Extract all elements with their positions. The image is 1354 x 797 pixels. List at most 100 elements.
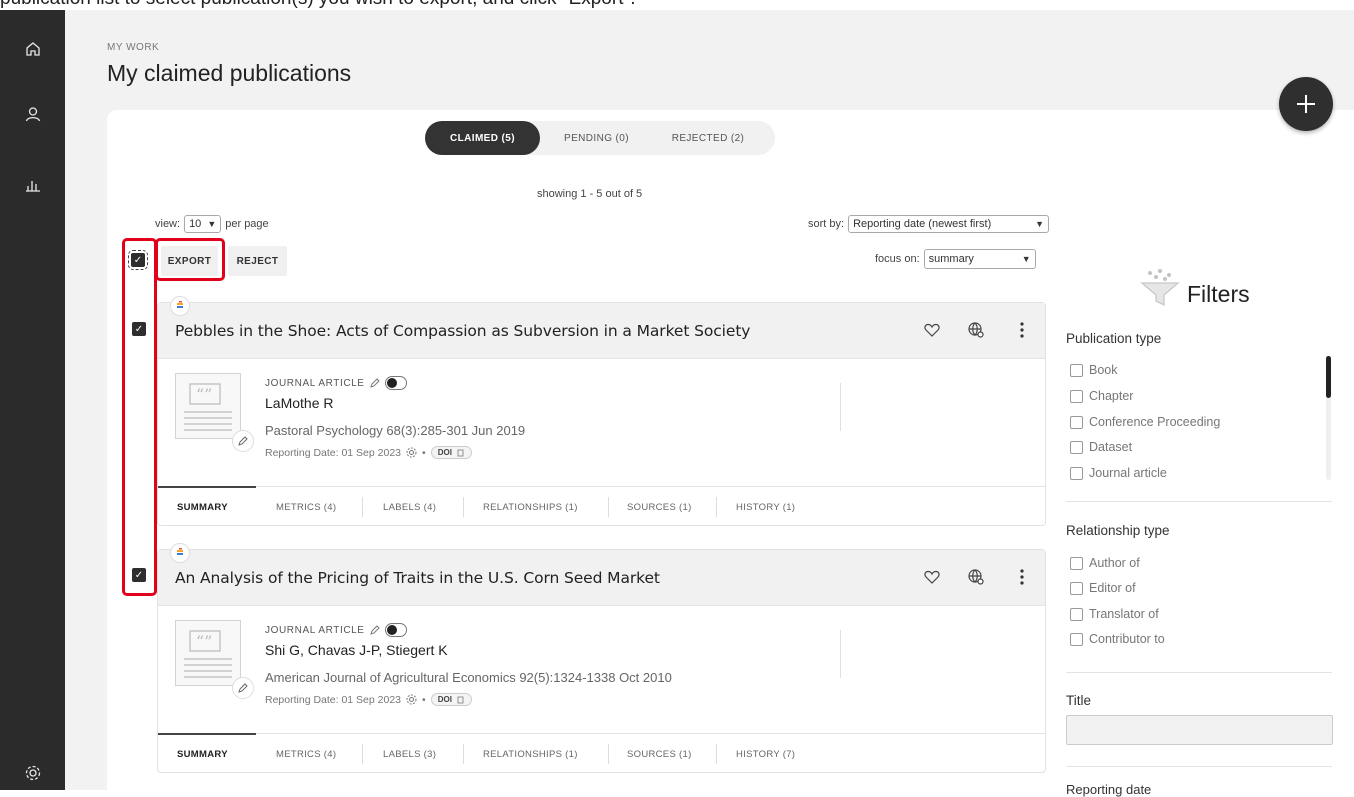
checkbox[interactable] (1070, 363, 1083, 377)
filter-option-translator-of[interactable]: Translator of (1070, 607, 1159, 621)
focus-select[interactable]: summary ▼ (923, 249, 1036, 269)
divider (1066, 501, 1332, 502)
filter-option-contributor-to[interactable]: Contributor to (1070, 632, 1165, 646)
reporting-date: Reporting Date: 01 Sep 2023 • DOI (265, 693, 472, 706)
tab-rejected[interactable]: REJECTED (2) (653, 121, 763, 155)
filter-option-book[interactable]: Book (1070, 363, 1118, 377)
checkbox[interactable] (1070, 389, 1083, 403)
filter-scrollbar[interactable] (1326, 356, 1331, 480)
sidebar (0, 10, 65, 790)
filter-option-dataset[interactable]: Dataset (1070, 440, 1132, 454)
svg-text:“”: “” (196, 385, 212, 404)
more-options-icon[interactable] (1012, 567, 1032, 587)
card-tabs: SUMMARY METRICS (4) LABELS (3) RELATIONS… (158, 733, 1045, 773)
export-button[interactable]: EXPORT (161, 246, 218, 276)
checkbox[interactable] (1070, 556, 1083, 570)
filter-option-author-of[interactable]: Author of (1070, 556, 1140, 570)
filter-option-chapter[interactable]: Chapter (1070, 389, 1133, 403)
tab-pending[interactable]: PENDING (0) (549, 121, 644, 155)
add-publication-button[interactable] (1279, 77, 1333, 131)
gear-icon[interactable] (406, 694, 417, 705)
source-icon (170, 296, 190, 316)
select-publication-checkbox[interactable]: ✓ (132, 322, 146, 336)
doi-badge[interactable]: DOI (430, 446, 472, 459)
globe-settings-icon[interactable] (966, 320, 986, 340)
publication-journal: Pastoral Psychology 68(3):285-301 Jun 20… (265, 423, 526, 438)
heart-icon[interactable] (922, 567, 942, 587)
filter-relationship-type-title: Relationship type (1066, 523, 1170, 538)
divider (1066, 766, 1332, 767)
gear-icon[interactable] (406, 447, 417, 458)
filter-publication-type-title: Publication type (1066, 331, 1162, 346)
filter-option-editor-of[interactable]: Editor of (1070, 581, 1136, 595)
divider (840, 383, 841, 431)
tab-labels[interactable]: LABELS (4) (383, 487, 436, 527)
bar-chart-icon[interactable] (22, 173, 44, 195)
dot-separator: • (422, 693, 426, 706)
publication-thumbnail: “” (175, 620, 241, 686)
publication-type: JOURNAL ARTICLE (265, 623, 407, 637)
source-icon (170, 543, 190, 563)
view-control: view: 10 ▼ per page (155, 215, 269, 233)
globe-settings-icon[interactable] (966, 567, 986, 587)
filter-title-title: Title (1066, 693, 1092, 708)
doi-label: DOI (437, 448, 452, 457)
checkbox[interactable] (1070, 466, 1083, 480)
publication-thumbnail: “” (175, 373, 241, 439)
checkbox[interactable] (1070, 415, 1083, 429)
tab-sources[interactable]: SOURCES (1) (627, 734, 692, 774)
edit-thumbnail-icon[interactable] (232, 430, 254, 452)
pencil-icon[interactable] (369, 625, 380, 635)
sort-select[interactable]: Reporting date (newest first) ▼ (848, 215, 1050, 233)
tab-metrics[interactable]: METRICS (4) (276, 487, 336, 527)
edit-thumbnail-icon[interactable] (232, 677, 254, 699)
chevron-down-icon: ▼ (1035, 219, 1045, 229)
tab-sources[interactable]: SOURCES (1) (627, 487, 692, 527)
publication-journal: American Journal of Agricultural Economi… (265, 670, 672, 685)
chevron-down-icon: ▼ (1021, 254, 1031, 264)
filter-option-conference-proceeding[interactable]: Conference Proceeding (1070, 415, 1220, 429)
per-page-select[interactable]: 10 ▼ (184, 215, 222, 233)
pencil-icon[interactable] (369, 378, 380, 388)
publication-type-label: JOURNAL ARTICLE (265, 624, 365, 636)
filter-option-journal-article[interactable]: Journal article (1070, 466, 1167, 480)
tab-relationships[interactable]: RELATIONSHIPS (1) (483, 487, 578, 527)
more-options-icon[interactable] (1012, 320, 1032, 340)
select-publication-checkbox[interactable]: ✓ (132, 568, 146, 582)
publication-type-label: JOURNAL ARTICLE (265, 377, 365, 389)
per-page-value: 10 (189, 218, 202, 230)
tab-summary[interactable]: SUMMARY (177, 487, 228, 527)
tab-history[interactable]: HISTORY (1) (736, 487, 795, 527)
reject-button[interactable]: REJECT (228, 246, 287, 276)
publication-title[interactable]: Pebbles in the Shoe: Acts of Compassion … (175, 322, 750, 340)
reporting-date: Reporting Date: 01 Sep 2023 • DOI (265, 446, 472, 459)
select-all-checkbox[interactable]: ✓ (128, 250, 148, 270)
tab-summary[interactable]: SUMMARY (177, 734, 228, 774)
plus-icon (1297, 95, 1315, 113)
divider (1066, 672, 1332, 673)
heart-icon[interactable] (922, 320, 942, 340)
settings-icon[interactable] (22, 762, 44, 784)
publication-authors: Shi G, Chavas J-P, Stiegert K (265, 642, 448, 658)
breadcrumb: MY WORK (107, 42, 160, 53)
tab-labels[interactable]: LABELS (3) (383, 734, 436, 774)
doi-badge[interactable]: DOI (430, 693, 472, 706)
title-filter-input[interactable] (1066, 715, 1333, 745)
tab-relationships[interactable]: RELATIONSHIPS (1) (483, 734, 578, 774)
scrollbar-thumb[interactable] (1326, 356, 1331, 398)
user-icon[interactable] (22, 103, 44, 125)
checkbox[interactable] (1070, 440, 1083, 454)
open-access-icon (384, 623, 407, 637)
checkbox[interactable] (1070, 607, 1083, 621)
focus-value: summary (928, 253, 974, 265)
home-icon[interactable] (22, 38, 44, 60)
checkbox[interactable] (1070, 632, 1083, 646)
chevron-down-icon: ▼ (207, 219, 217, 229)
publication-title[interactable]: An Analysis of the Pricing of Traits in … (175, 569, 660, 587)
checkbox[interactable] (1070, 581, 1083, 595)
divider (840, 630, 841, 678)
tab-history[interactable]: HISTORY (7) (736, 734, 795, 774)
card-tabs: SUMMARY METRICS (4) LABELS (4) RELATIONS… (158, 486, 1045, 526)
tab-claimed[interactable]: CLAIMED (5) (425, 121, 540, 155)
tab-metrics[interactable]: METRICS (4) (276, 734, 336, 774)
